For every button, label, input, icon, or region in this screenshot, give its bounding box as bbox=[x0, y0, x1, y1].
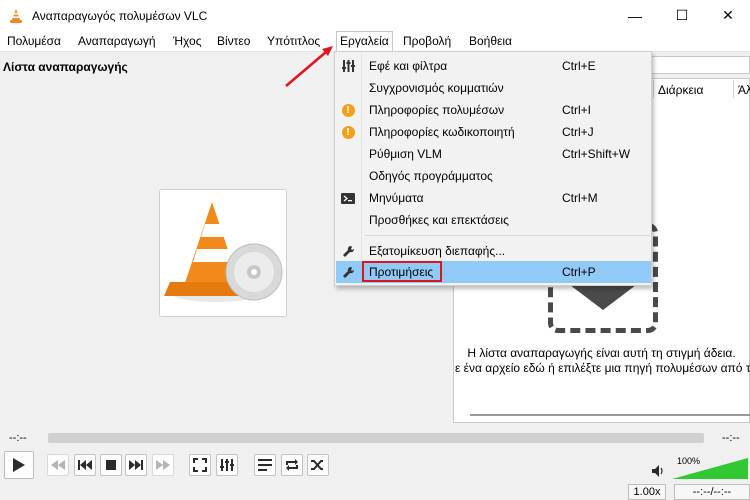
menu-item-label: Πληροφορίες κωδικοποιητή bbox=[369, 125, 515, 139]
menu-item-shortcut: Ctrl+I bbox=[562, 103, 592, 117]
loop-icon bbox=[286, 459, 298, 471]
menu-item-program-guide[interactable]: Οδηγός προγράμματος bbox=[336, 165, 651, 187]
fast-forward-icon bbox=[156, 460, 170, 470]
stop-icon bbox=[106, 460, 116, 470]
menu-item-label: Εφέ και φίλτρα bbox=[369, 59, 448, 73]
rewind-icon bbox=[51, 460, 65, 470]
terminal-icon bbox=[340, 190, 356, 206]
fast-forward-button[interactable] bbox=[152, 454, 174, 476]
next-button[interactable] bbox=[125, 454, 147, 476]
vlc-cone-artwork bbox=[159, 189, 287, 317]
vlc-cone-icon bbox=[164, 202, 283, 302]
wrench-icon bbox=[340, 264, 356, 280]
menu-item-shortcut: Ctrl+E bbox=[562, 59, 596, 73]
playback-speed[interactable]: 1.00x bbox=[628, 484, 666, 500]
menu-item-shortcut: Ctrl+M bbox=[562, 191, 598, 205]
menu-item-vlm-config[interactable]: Ρύθμιση VLM Ctrl+Shift+W bbox=[336, 143, 651, 165]
column-album[interactable]: Άλ bbox=[738, 79, 750, 99]
column-duration[interactable]: Διάρκεια bbox=[658, 79, 703, 99]
info-icon: ! bbox=[341, 125, 355, 139]
info-icon-wrap: ! bbox=[340, 102, 356, 118]
playlist-search-input[interactable] bbox=[645, 56, 750, 74]
empty-playlist-text: Η λίστα αναπαραγωγής είναι αυτή τη στιγμ… bbox=[467, 346, 736, 360]
horizontal-scrollbar[interactable] bbox=[470, 414, 750, 416]
play-button[interactable] bbox=[4, 451, 34, 479]
equalizer-icon bbox=[340, 58, 356, 74]
speaker-icon[interactable] bbox=[652, 465, 664, 477]
menu-separator bbox=[365, 235, 650, 236]
menu-bar: Πολυμέσα Αναπαραγωγή Ήχος Βίντεο Υπότιτλ… bbox=[0, 31, 750, 52]
menu-item-label: Οδηγός προγράμματος bbox=[369, 169, 493, 183]
menu-item-label: Προσθήκες και επεκτάσεις bbox=[369, 213, 509, 227]
menu-help[interactable]: Βοήθεια bbox=[469, 34, 512, 48]
rewind-button[interactable] bbox=[47, 454, 69, 476]
shuffle-button[interactable] bbox=[307, 454, 329, 476]
column-separator bbox=[653, 80, 654, 98]
drop-arrow-icon bbox=[570, 285, 636, 310]
menu-item-label: Συγχρονισμός κομματιών bbox=[369, 81, 504, 95]
menu-item-codec-info[interactable]: ! Πληροφορίες κωδικοποιητή Ctrl+J bbox=[336, 121, 651, 143]
menu-item-shortcut: Ctrl+Shift+W bbox=[562, 147, 631, 161]
close-button[interactable]: ✕ bbox=[705, 0, 750, 31]
tools-menu: Εφέ και φίλτρα Ctrl+E Συγχρονισμός κομμα… bbox=[334, 51, 652, 286]
previous-icon bbox=[78, 460, 92, 470]
column-separator bbox=[733, 80, 734, 98]
loop-button[interactable] bbox=[281, 454, 303, 476]
menu-view[interactable]: Προβολή bbox=[403, 34, 451, 48]
menu-playback[interactable]: Αναπαραγωγή bbox=[78, 34, 156, 48]
seek-slider[interactable] bbox=[48, 433, 704, 443]
fullscreen-button[interactable] bbox=[189, 454, 211, 476]
menu-video[interactable]: Βίντεο bbox=[217, 34, 250, 48]
menu-item-media-info[interactable]: ! Πληροφορίες πολυμέσων Ctrl+I bbox=[336, 99, 651, 121]
menu-tools[interactable]: Εργαλεία bbox=[336, 31, 393, 52]
stop-button[interactable] bbox=[100, 454, 122, 476]
menu-item-label: Ρύθμιση VLM bbox=[369, 147, 442, 161]
elapsed-time: --:-- bbox=[9, 432, 27, 444]
minimize-button[interactable]: — bbox=[612, 0, 658, 31]
shuffle-icon bbox=[311, 460, 323, 470]
menu-item-shortcut: Ctrl+J bbox=[562, 125, 594, 139]
equalizer-icon bbox=[220, 459, 234, 471]
wrench-icon bbox=[340, 243, 356, 259]
playlist-title: Λίστα αναπαραγωγής bbox=[3, 60, 128, 74]
maximize-icon: ☐ bbox=[675, 7, 689, 23]
vlc-logo-icon bbox=[10, 8, 22, 23]
preferences-highlight-box bbox=[362, 261, 442, 282]
menu-media[interactable]: Πολυμέσα bbox=[7, 34, 61, 48]
menu-audio[interactable]: Ήχος bbox=[173, 34, 202, 48]
window-title: Αναπαραγωγός πολυμέσων VLC bbox=[32, 8, 208, 23]
menu-item-shortcut: Ctrl+P bbox=[562, 265, 596, 279]
menu-item-messages[interactable]: Μηνύματα Ctrl+M bbox=[336, 187, 651, 209]
next-icon bbox=[129, 460, 143, 470]
menu-item-label: Μηνύματα bbox=[369, 191, 424, 205]
menu-item-label: Εξατομίκευση διεπαφής... bbox=[369, 244, 506, 258]
play-icon bbox=[13, 458, 25, 472]
extended-settings-button[interactable] bbox=[216, 454, 238, 476]
time-display[interactable]: --:--/--:-- bbox=[674, 484, 750, 500]
menu-item-customize-interface[interactable]: Εξατομίκευση διεπαφής... bbox=[336, 240, 651, 262]
maximize-button[interactable]: ☐ bbox=[659, 0, 705, 31]
previous-button[interactable] bbox=[74, 454, 96, 476]
fullscreen-icon bbox=[193, 458, 207, 472]
info-icon-wrap: ! bbox=[340, 124, 356, 140]
volume-slider[interactable] bbox=[672, 458, 748, 479]
playlist-icon bbox=[258, 459, 272, 471]
toggle-playlist-button[interactable] bbox=[254, 454, 276, 476]
menu-subtitle[interactable]: Υπότιτλος bbox=[267, 34, 320, 48]
close-icon: ✕ bbox=[722, 7, 734, 23]
menu-item-addons[interactable]: Προσθήκες και επεκτάσεις bbox=[336, 209, 651, 231]
info-icon: ! bbox=[341, 103, 355, 117]
menu-item-effects-filters[interactable]: Εφέ και φίλτρα Ctrl+E bbox=[336, 55, 651, 77]
minimize-icon: — bbox=[628, 7, 642, 24]
remaining-time: --:-- bbox=[722, 432, 740, 444]
empty-playlist-hint: ε ένα αρχείο εδώ ή επιλέξτε μια πηγή πολ… bbox=[455, 361, 750, 375]
menu-item-label: Πληροφορίες πολυμέσων bbox=[369, 103, 505, 117]
menu-item-track-sync[interactable]: Συγχρονισμός κομματιών bbox=[336, 77, 651, 99]
